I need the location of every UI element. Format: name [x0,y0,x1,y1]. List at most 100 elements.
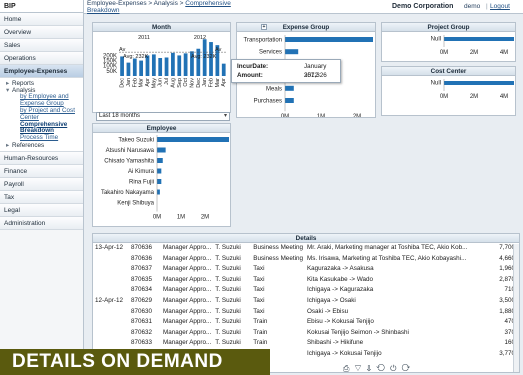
table-row[interactable]: 12-Apr-12 870629 Manager Appro... T. Suzuki… [93,296,519,307]
logout-link[interactable]: Logout [490,3,510,10]
sidebar-item-finance[interactable]: Finance [0,165,83,179]
tree-item-process-time[interactable]: Process Time [6,134,82,142]
month-bar[interactable] [183,53,188,76]
tree-item-references[interactable]: ▸ References [6,142,83,149]
category-label: Null [431,37,441,43]
month-bar[interactable] [171,52,175,76]
employee-bar[interactable] [157,147,166,153]
month-bar[interactable] [139,60,144,76]
table-cell: T. Suzuki [215,265,241,273]
cost-center-bar[interactable] [444,81,514,85]
x-tick-label: 1M [317,114,325,117]
sidebar: BIP Home Overview Sales Operations Emplo… [0,0,84,375]
x-tick-label: 2M [201,215,209,221]
sidebar-item-home[interactable]: Home [0,13,83,26]
details-scrollbar[interactable] [513,244,519,372]
x-tick-label: Feb [132,78,138,87]
table-row[interactable]: 870631 Manager Appro... T. Suzuki Train Ebis… [93,317,519,328]
category-label: Takeo Suzuki [118,138,154,144]
month-bar[interactable] [158,58,163,76]
employee-bar[interactable] [157,168,162,174]
sidebar-item-tax[interactable]: Tax [0,191,83,205]
table-cell: Kagurazaka -> Asakusa [306,265,374,273]
x-tick-label: Dec [196,78,202,88]
sidebar-item-overview[interactable]: Overview [0,26,83,39]
tree-item-by-project[interactable]: by Project and Cost Center [6,107,82,122]
table-row[interactable]: 870632 Manager Appro... T. Suzuki Train Koku… [93,328,519,339]
table-cell [93,264,129,275]
employee-panel-title: Employee [93,124,230,133]
table-cell: Taxi [253,275,265,283]
employee-bar[interactable] [157,137,229,142]
project-group-bar[interactable] [444,37,514,41]
x-tick-label: Dec [120,78,126,88]
table-row[interactable]: 870635 Manager Appro... T. Suzuki Taxi Kita … [93,275,519,286]
employee-bar[interactable] [157,189,160,195]
expense-group-bar[interactable] [285,49,299,55]
sidebar-item-administration[interactable]: Administration [0,217,83,231]
table-row[interactable]: 870634 Manager Appro... T. Suzuki Taxi Ichig… [93,285,519,296]
table-row[interactable]: 870630 Manager Appro... T. Suzuki Taxi Osaki… [93,307,519,318]
table-row[interactable]: 870633 Manager Appro... T. Suzuki Train Shib… [93,338,519,349]
table-cell: T. Suzuki [215,328,241,336]
x-tick-label: Jun [158,78,164,87]
x-tick-label: Jan [126,78,132,87]
average-annotation: Avg: 232K [191,54,217,60]
sidebar-item-sales[interactable]: Sales [0,39,83,52]
month-bar[interactable] [196,48,201,76]
sidebar-item-employee-expenses[interactable]: Employee-Expenses [0,65,83,78]
month-bar[interactable] [151,54,156,76]
table-row[interactable]: 870636 Manager Appro... T. Suzuki Business … [93,254,519,265]
table-cell: Ichigaya -> Kokusai Tenjijo [306,349,382,357]
table-cell: Train [253,318,268,326]
average-annotation: Av [215,47,222,53]
month-chart[interactable]: 50K100K150K200K2011 2012Dec Jan Feb Mar Apr Ma… [93,32,230,102]
table-row[interactable]: 870637 Manager Appro... T. Suzuki Taxi Kagur… [93,264,519,275]
month-range-select[interactable]: Last 18 months ▾ [96,112,230,121]
month-bar[interactable] [164,57,169,76]
sidebar-item-legal[interactable]: Legal [0,204,83,218]
export-toolbar[interactable]: ⎙ ▽ ⇩ ⟲ ⏻ ⟳ [343,364,410,374]
table-cell: Manager Appro... [162,275,212,283]
expense-group-bar[interactable] [285,85,294,91]
tree-item-by-employee[interactable]: by Employee and Expense Group [6,94,82,108]
sidebar-item-human-resources[interactable]: Human-Resources [0,152,83,166]
y-tick-label: 150K [103,59,117,65]
employee-bar[interactable] [157,179,162,184]
app-logo: BIP [0,0,83,13]
employee-bar[interactable] [157,158,163,163]
month-bar[interactable] [177,55,182,76]
month-bar[interactable] [126,62,131,76]
month-bar[interactable] [221,63,226,76]
table-cell: T. Suzuki [215,254,241,262]
expense-group-bar[interactable] [285,98,294,103]
tree-item-comprehensive-breakdown[interactable]: Comprehensive Breakdown [6,121,82,136]
header: Employee-Expenses > Analysis > Comprehen… [84,0,523,14]
x-tick-label: Nov [189,78,195,88]
table-cell: Manager Appro... [162,307,212,315]
employee-panel: Employee Takeo Suzuki Atsushi Narusawa Chi… [92,123,231,227]
category-label: Atsushi Narusawa [106,148,155,154]
tooltip-amount-label: Amount: [237,72,263,79]
table-cell: 870634 [130,286,152,294]
table-cell [93,275,129,286]
tree-item-reports[interactable]: ▸ Reports [6,80,83,87]
employee-chart[interactable]: Takeo Suzuki Atsushi Narusawa Chisato Yama… [93,133,230,226]
breadcrumb: Employee-Expenses > Analysis > Comprehen… [87,0,247,14]
table-cell: Osaki -> Ebisu [306,307,349,315]
expand-icon[interactable]: + [261,24,267,30]
expense-group-bar[interactable] [285,37,373,42]
table-cell: Ms. Irisawa, Marketing at Toshiba TEC, A… [306,254,467,262]
table-cell: Manager Appro... [162,318,212,326]
table-cell: Manager Appro... [162,328,212,336]
table-row[interactable]: 13-Apr-12 870636 Manager Appro... T. Suzuki… [93,243,519,254]
table-cell: T. Suzuki [215,318,241,326]
sidebar-item-operations[interactable]: Operations [0,52,83,65]
month-bar[interactable] [132,58,137,76]
chevron-down-icon: ▾ [223,113,227,119]
project-group-chart[interactable]: Null 0M 2M 4M [382,32,515,62]
cost-center-chart[interactable]: Null 0M 2M 4M [382,76,515,116]
sidebar-item-payroll[interactable]: Payroll [0,178,83,192]
table-cell: Manager Appro... [162,265,212,273]
category-label: Chisato Yamashita [104,159,154,165]
